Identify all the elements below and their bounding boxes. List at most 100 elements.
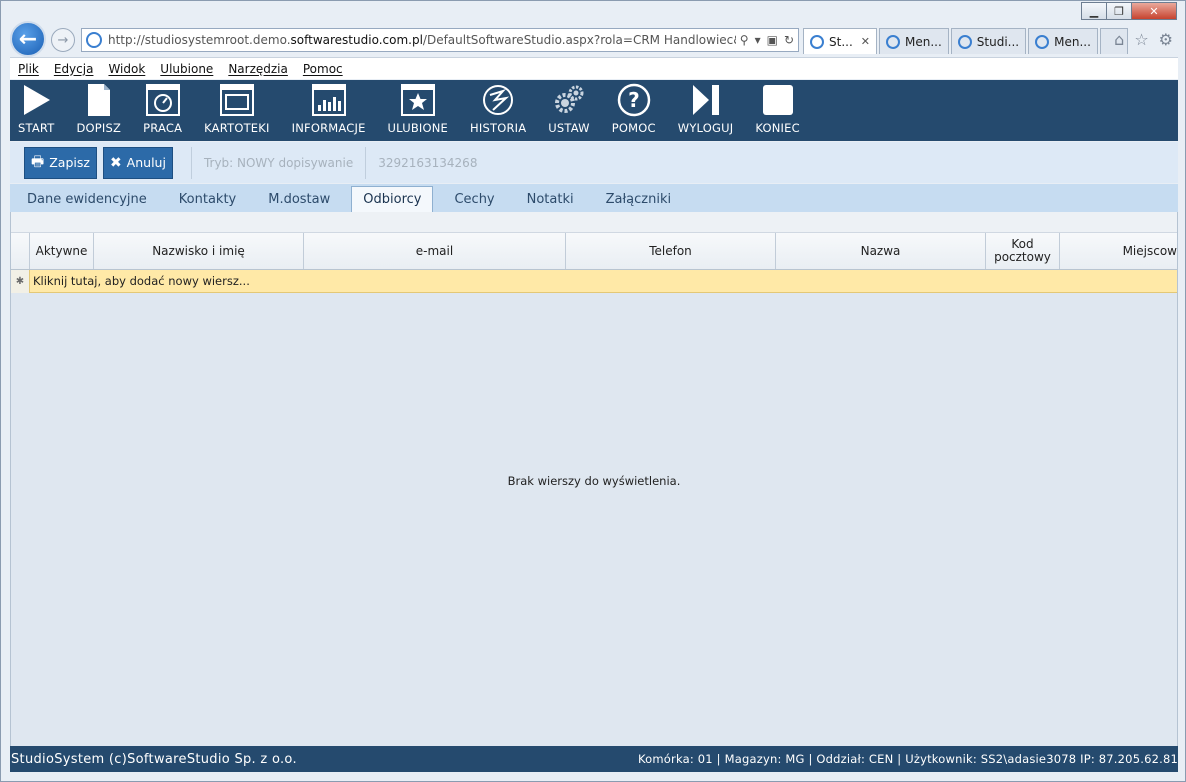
- toolbar-informacje-button[interactable]: INFORMACJE: [292, 83, 366, 141]
- toolbar-label: POMOC: [611, 121, 656, 135]
- toolbar-label: KARTOTEKI: [204, 121, 270, 135]
- mode-text: Tryb: NOWY dopisywanie: [203, 155, 354, 170]
- toolbar-ulubione-button[interactable]: ULUBIONE: [388, 83, 448, 141]
- url-prefix: http://studiosystemroot.demo.: [108, 33, 291, 47]
- add-new-row-text: Kliknij tutaj, aby dodać nowy wiersz...: [33, 274, 250, 288]
- status-copyright: StudioSystem (c)SoftwareStudio Sp. z o.o…: [11, 751, 297, 767]
- url-domain: softwarestudio.com.pl: [290, 33, 423, 47]
- tab-odbiorcy[interactable]: Odbiorcy: [351, 186, 434, 212]
- tab-label: Men...: [1054, 34, 1091, 49]
- column-header-email[interactable]: e-mail: [304, 233, 566, 269]
- toolbar-label: INFORMACJE: [291, 121, 366, 135]
- column-header-kod-pocztowy[interactable]: Kod pocztowy: [986, 233, 1060, 269]
- star-window-icon: [400, 83, 435, 117]
- tab-dane-ewidencyjne[interactable]: Dane ewidencyjne: [16, 186, 158, 212]
- favorites-star-icon[interactable]: ☆: [1134, 30, 1148, 49]
- browser-tab-1[interactable]: St... ✕: [803, 28, 877, 54]
- compatibility-icon[interactable]: ▣: [767, 33, 778, 47]
- toolbar-wyloguj-button[interactable]: WYLOGUJ: [678, 83, 734, 141]
- toolbar-label: HISTORIA: [470, 121, 527, 135]
- empty-grid-message: Brak wierszy do wyświetlenia.: [507, 474, 681, 488]
- browser-window: ▁ ❐ ✕ ← → http://studiosystemroot.demo.s…: [0, 0, 1186, 782]
- gears-icon: [552, 83, 586, 117]
- logout-icon: [689, 83, 723, 117]
- menu-narzedzia[interactable]: Narzędzia: [228, 62, 288, 76]
- column-header-telefon[interactable]: Telefon: [566, 233, 776, 269]
- status-session-info: Komórka: 01 | Magazyn: MG | Oddział: CEN…: [637, 752, 1178, 766]
- svg-text:?: ?: [628, 88, 640, 112]
- ie-logo-icon: [885, 34, 900, 49]
- bar-chart-icon: [311, 83, 346, 117]
- home-icon[interactable]: ⌂: [1114, 30, 1124, 49]
- toolbar-start-button[interactable]: START: [18, 83, 54, 141]
- column-header-nazwa[interactable]: Nazwa: [776, 233, 986, 269]
- address-bar[interactable]: http://studiosystemroot.demo.softwarestu…: [81, 28, 799, 52]
- browser-tabs: St... ✕ Men... Studi... Men...: [803, 28, 1130, 54]
- toolbar-praca-button[interactable]: PRACA: [143, 83, 182, 141]
- recipients-grid: Aktywne Nazwisko i imię e-mail Telefon N…: [10, 212, 1178, 746]
- column-header-nazwisko[interactable]: Nazwisko i imię: [94, 233, 304, 269]
- toolbar-label: START: [18, 121, 55, 135]
- close-tab-icon[interactable]: ✕: [861, 35, 870, 48]
- menu-widok[interactable]: Widok: [108, 62, 145, 76]
- browser-tab-2[interactable]: Men...: [878, 28, 949, 54]
- tab-label: Studi...: [976, 34, 1020, 49]
- toolbar-koniec-button[interactable]: KONIEC: [755, 83, 800, 141]
- toolbar-ustaw-button[interactable]: USTAW: [548, 83, 590, 141]
- back-button[interactable]: ←: [10, 21, 46, 57]
- toolbar-dopisz-button[interactable]: DOPISZ: [76, 83, 121, 141]
- toolbar-label: DOPISZ: [76, 121, 122, 135]
- status-bar: StudioSystem (c)SoftwareStudio Sp. z o.o…: [10, 746, 1178, 772]
- tab-kontakty[interactable]: Kontakty: [168, 186, 247, 212]
- toolbar-label: KONIEC: [755, 121, 800, 135]
- add-new-row[interactable]: ✱ Kliknij tutaj, aby dodać nowy wiersz..…: [11, 269, 1177, 293]
- navigation-row: ← → http://studiosystemroot.demo.softwar…: [1, 21, 1185, 57]
- url-suffix: /DefaultSoftwareStudio.aspx?rola=CRM Han…: [422, 33, 736, 47]
- window-list-icon: [219, 83, 254, 117]
- history-globe-icon: [481, 83, 515, 117]
- minimize-button[interactable]: ▁: [1081, 2, 1107, 20]
- ie-logo-icon: [1035, 34, 1050, 49]
- search-icon[interactable]: ⚲: [740, 33, 749, 47]
- divider: [365, 146, 367, 179]
- browser-icons: ⌂ ☆ ⚙: [1114, 30, 1173, 49]
- browser-tab-3[interactable]: Studi...: [950, 28, 1027, 54]
- tab-m-dostaw[interactable]: M.dostaw: [257, 186, 341, 212]
- maximize-button[interactable]: ❐: [1106, 2, 1132, 20]
- grid-header: Aktywne Nazwisko i imię e-mail Telefon N…: [11, 233, 1177, 270]
- tab-zalaczniki[interactable]: Załączniki: [595, 186, 683, 212]
- menu-pomoc[interactable]: Pomoc: [303, 62, 343, 76]
- toolbar-label: ULUBIONE: [387, 121, 449, 135]
- new-document-icon: [82, 83, 116, 117]
- menu-edycja[interactable]: Edycja: [54, 62, 94, 76]
- forward-button[interactable]: →: [51, 28, 75, 52]
- column-header-miejscowosc[interactable]: Miejscow: [1060, 233, 1177, 269]
- play-icon: [19, 83, 53, 117]
- refresh-icon[interactable]: ↻: [784, 33, 794, 47]
- close-icon: ✖: [109, 154, 122, 171]
- column-header-aktywne[interactable]: Aktywne: [30, 233, 94, 269]
- toolbar-kartoteki-button[interactable]: KARTOTEKI: [204, 83, 269, 141]
- tab-cechy[interactable]: Cechy: [443, 186, 505, 212]
- gauge-window-icon: [145, 83, 180, 117]
- arrow-left-icon: ←: [18, 26, 38, 52]
- form-tabs: Dane ewidencyjne Kontakty M.dostaw Odbio…: [10, 184, 1178, 212]
- save-button[interactable]: 🖶 Zapisz: [24, 146, 97, 179]
- browser-tab-4[interactable]: Men...: [1028, 28, 1098, 54]
- tab-notatki[interactable]: Notatki: [516, 186, 585, 212]
- toolbar-historia-button[interactable]: HISTORIA: [470, 83, 526, 141]
- toolbar-label: WYLOGUJ: [677, 121, 734, 135]
- close-window-button[interactable]: ✕: [1131, 2, 1177, 20]
- cancel-button[interactable]: ✖ Anuluj: [102, 146, 173, 179]
- divider: [190, 146, 192, 179]
- menu-ulubione[interactable]: Ulubione: [160, 62, 213, 76]
- ie-logo-icon: [810, 34, 824, 49]
- toolbar-pomoc-button[interactable]: ? POMOC: [612, 83, 656, 141]
- dropdown-icon[interactable]: ▾: [755, 33, 761, 47]
- record-id: 3292163134268: [378, 155, 478, 170]
- settings-gear-icon[interactable]: ⚙: [1159, 30, 1173, 49]
- menu-plik[interactable]: Plik: [18, 62, 39, 76]
- grid-group-area: [11, 212, 1177, 233]
- stop-square-icon: [761, 83, 795, 117]
- menu-bar: Plik Edycja Widok Ulubione Narzędzia Pom…: [10, 57, 1178, 79]
